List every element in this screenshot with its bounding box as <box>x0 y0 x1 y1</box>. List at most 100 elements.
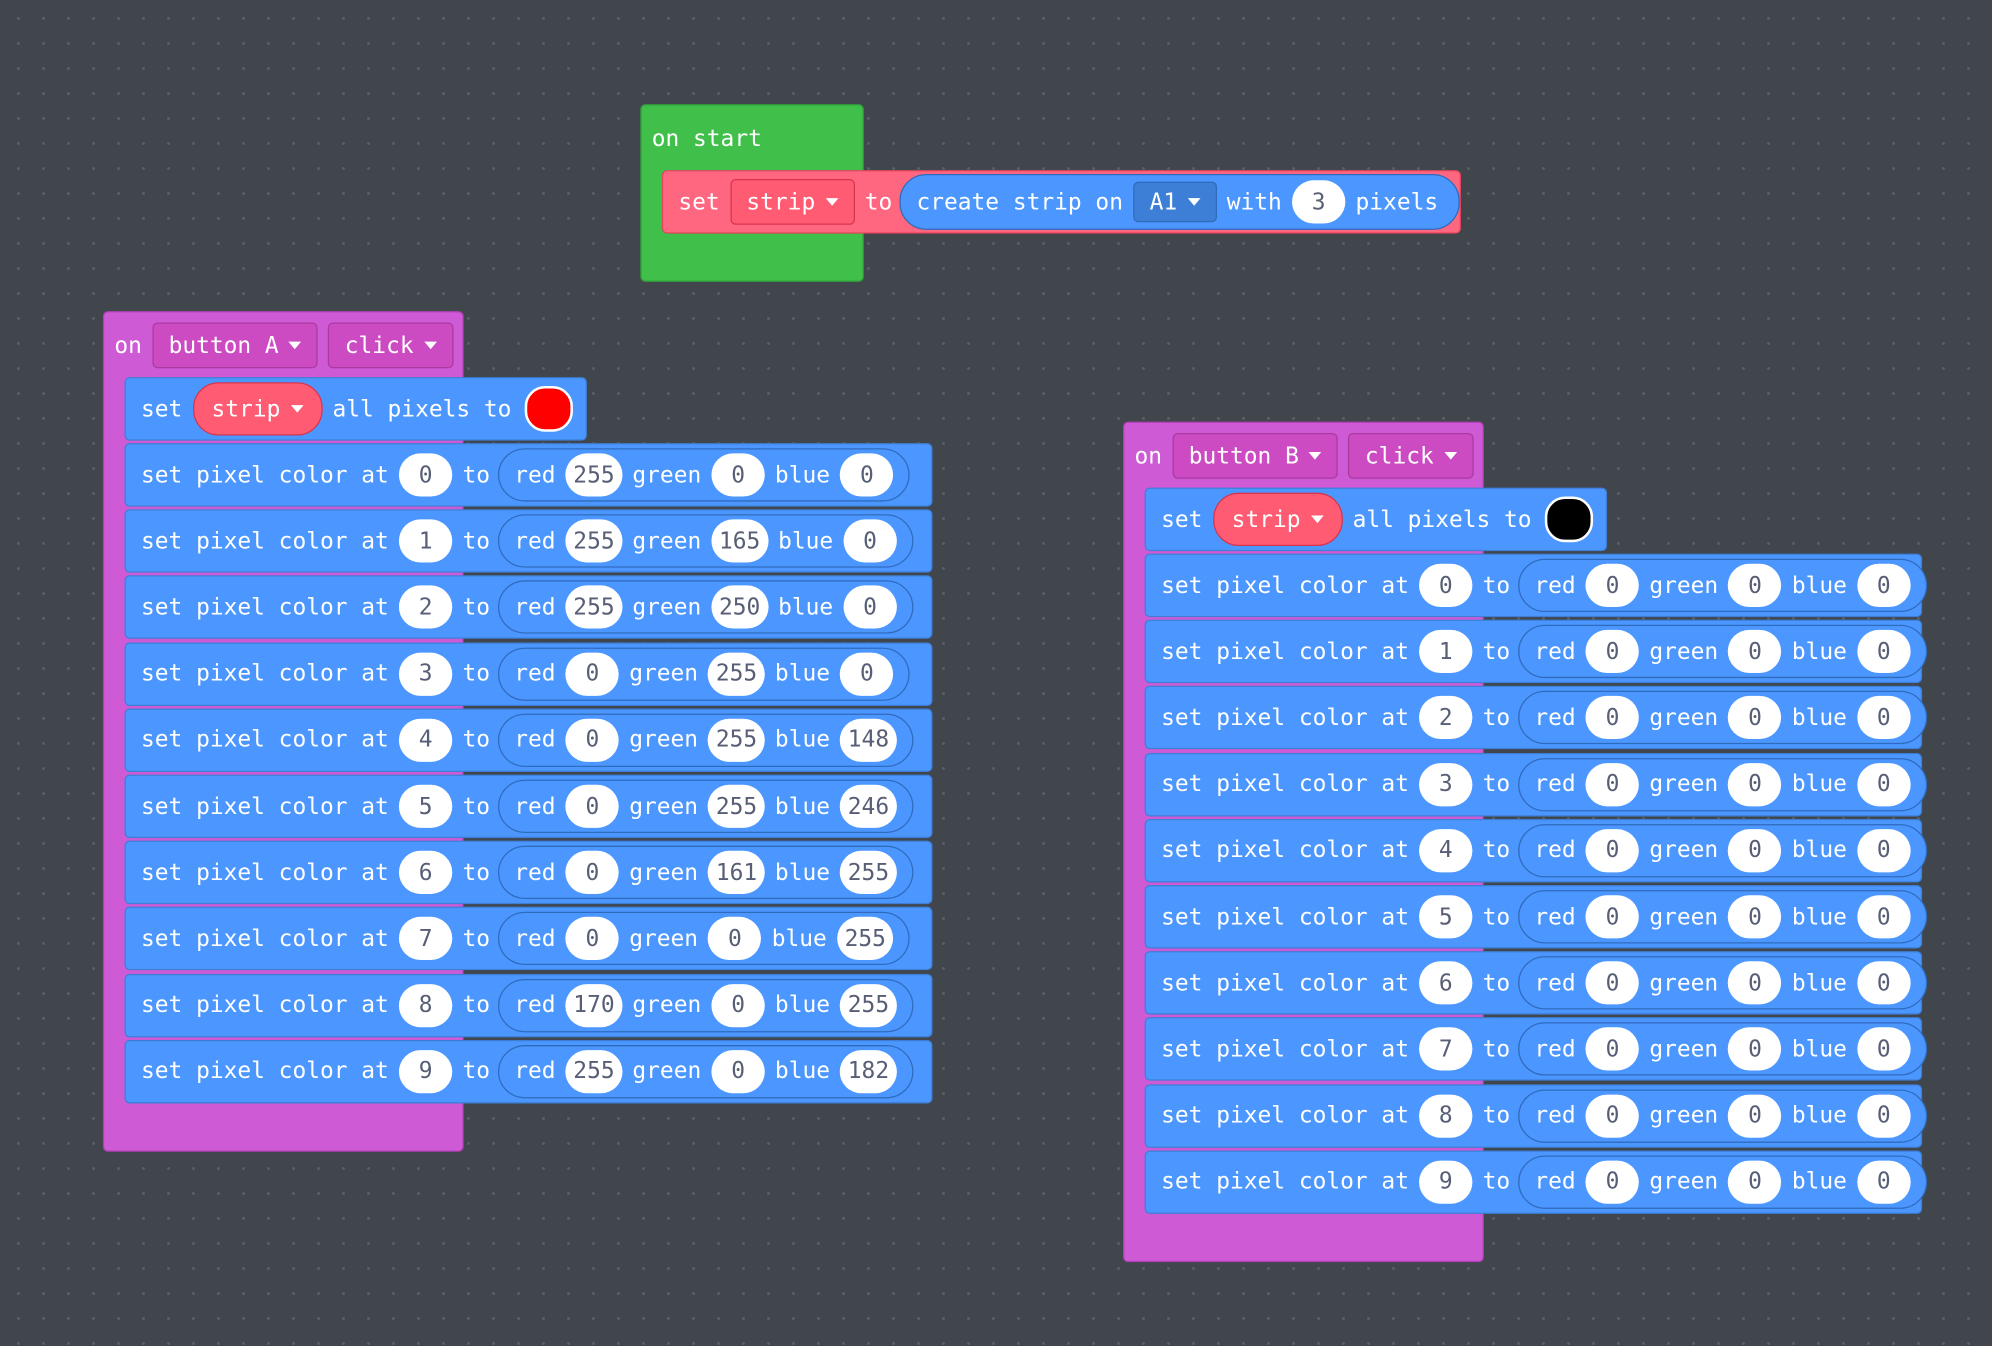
green-value-input[interactable]: 0 <box>1728 762 1782 806</box>
red-value-input[interactable]: 0 <box>1585 1160 1640 1204</box>
blue-value-input[interactable]: 0 <box>840 652 894 696</box>
pixel-index-input[interactable]: 4 <box>1419 828 1473 873</box>
set-pixel-color-block[interactable]: set pixel color at 4 to red 0 green 255 blue 148 <box>124 708 933 772</box>
green-value-input[interactable]: 0 <box>1728 1027 1782 1071</box>
set-strip-block[interactable]: set strip to create strip on A1 with 3 p… <box>661 170 1461 234</box>
create-strip-reporter[interactable]: create strip on A1 with 3 pixels <box>899 173 1460 230</box>
rgb-reporter[interactable]: red 0 green 0 blue 0 <box>1517 823 1927 878</box>
red-value-input[interactable]: 0 <box>1585 696 1640 740</box>
green-value-input[interactable]: 0 <box>1728 1160 1782 1204</box>
set-all-pixels-block[interactable]: set strip all pixels to <box>124 377 587 441</box>
set-pixel-color-block[interactable]: set pixel color at 7 to red 0 green 0 blue 255 <box>124 907 933 971</box>
green-value-input[interactable]: 0 <box>1728 895 1782 939</box>
green-value-input[interactable]: 0 <box>1728 630 1782 674</box>
green-value-input[interactable]: 0 <box>711 983 765 1027</box>
pixel-index-input[interactable]: 7 <box>1419 1027 1473 1071</box>
green-value-input[interactable]: 0 <box>711 453 765 497</box>
red-value-input[interactable]: 255 <box>565 585 623 630</box>
pixel-index-input[interactable]: 8 <box>1419 1094 1473 1138</box>
set-pixel-color-block[interactable]: set pixel color at 9 to red 255 green 0 blue 182 <box>124 1039 933 1104</box>
blue-value-input[interactable]: 0 <box>1857 563 1911 607</box>
pin-dropdown[interactable]: A1 <box>1133 181 1217 223</box>
pixel-index-input[interactable]: 7 <box>399 917 453 961</box>
rgb-reporter[interactable]: red 255 green 165 blue 0 <box>497 514 914 568</box>
set-pixel-color-block[interactable]: set pixel color at 5 to red 0 green 0 blue 0 <box>1144 885 1927 949</box>
blue-value-input[interactable]: 255 <box>836 917 894 961</box>
blue-value-input[interactable]: 0 <box>1857 895 1911 939</box>
set-pixel-color-block[interactable]: set pixel color at 7 to red 0 green 0 blue 0 <box>1144 1017 1927 1082</box>
color-swatch-black[interactable] <box>1544 496 1594 543</box>
set-pixel-color-block[interactable]: set pixel color at 6 to red 0 green 0 blue 0 <box>1144 951 1927 1015</box>
red-value-input[interactable]: 255 <box>565 453 623 497</box>
pixel-count-input[interactable]: 3 <box>1291 180 1346 224</box>
pixel-index-input[interactable]: 3 <box>399 652 453 696</box>
pixel-index-input[interactable]: 6 <box>399 851 453 895</box>
set-pixel-color-block[interactable]: set pixel color at 2 to red 255 green 250 blue 0 <box>124 575 933 640</box>
red-value-input[interactable]: 0 <box>565 652 620 696</box>
red-value-input[interactable]: 0 <box>565 851 620 895</box>
set-pixel-color-block[interactable]: set pixel color at 3 to red 0 green 255 blue 0 <box>124 642 933 706</box>
blue-value-input[interactable]: 246 <box>840 784 897 828</box>
green-value-input[interactable]: 0 <box>1728 1094 1782 1138</box>
blue-value-input[interactable]: 0 <box>1857 630 1911 674</box>
blue-value-input[interactable]: 0 <box>1857 762 1911 806</box>
button-a-dropdown[interactable]: button A <box>152 322 319 369</box>
green-value-input[interactable]: 0 <box>1728 961 1782 1005</box>
pixel-index-input[interactable]: 8 <box>399 983 453 1027</box>
green-value-input[interactable]: 165 <box>711 519 768 563</box>
blue-value-input[interactable]: 0 <box>1857 961 1911 1005</box>
strip-variable-dropdown[interactable]: strip <box>729 179 855 225</box>
blue-value-input[interactable]: 182 <box>840 1049 897 1094</box>
blue-value-input[interactable]: 0 <box>1857 696 1911 740</box>
color-swatch-red[interactable] <box>524 386 573 432</box>
blue-value-input[interactable]: 0 <box>1857 1160 1911 1204</box>
workspace-canvas[interactable]: on start set strip to create strip on A1… <box>0 0 1992 1346</box>
set-pixel-color-block[interactable]: set pixel color at 2 to red 0 green 0 blue 0 <box>1144 686 1927 750</box>
pixel-index-input[interactable]: 6 <box>1419 961 1473 1005</box>
set-pixel-color-block[interactable]: set pixel color at 3 to red 0 green 0 blue 0 <box>1144 752 1927 816</box>
set-pixel-color-block[interactable]: set pixel color at 1 to red 0 green 0 blue 0 <box>1144 619 1927 684</box>
red-value-input[interactable]: 0 <box>1585 630 1640 674</box>
red-value-input[interactable]: 0 <box>565 917 620 961</box>
set-pixel-color-block[interactable]: set pixel color at 1 to red 255 green 165 blue 0 <box>124 509 933 573</box>
blue-value-input[interactable]: 148 <box>840 718 897 762</box>
set-all-pixels-block[interactable]: set strip all pixels to <box>1144 487 1608 552</box>
rgb-reporter[interactable]: red 255 green 250 blue 0 <box>497 580 914 635</box>
blue-value-input[interactable]: 0 <box>843 519 897 563</box>
rgb-reporter[interactable]: red 0 green 255 blue 0 <box>497 647 911 701</box>
click-action-dropdown[interactable]: click <box>1348 433 1474 479</box>
green-value-input[interactable]: 0 <box>1728 563 1782 607</box>
green-value-input[interactable]: 255 <box>708 652 765 696</box>
rgb-reporter[interactable]: red 0 green 0 blue 0 <box>1517 624 1927 679</box>
green-value-input[interactable]: 255 <box>708 784 765 828</box>
pixel-index-input[interactable]: 2 <box>399 585 453 630</box>
green-value-input[interactable]: 0 <box>708 917 762 961</box>
red-value-input[interactable]: 0 <box>1585 762 1640 806</box>
green-value-input[interactable]: 0 <box>711 1049 765 1094</box>
set-pixel-color-block[interactable]: set pixel color at 0 to red 255 green 0 blue 0 <box>124 443 933 507</box>
rgb-reporter[interactable]: red 170 green 0 blue 255 <box>497 978 914 1032</box>
rgb-reporter[interactable]: red 0 green 0 blue 0 <box>1517 890 1927 944</box>
green-value-input[interactable]: 161 <box>708 851 765 895</box>
rgb-reporter[interactable]: red 0 green 0 blue 0 <box>1517 691 1927 745</box>
rgb-reporter[interactable]: red 0 green 161 blue 255 <box>497 845 914 900</box>
pixel-index-input[interactable]: 0 <box>399 453 453 497</box>
strip-variable-dropdown[interactable]: strip <box>1212 492 1343 547</box>
red-value-input[interactable]: 255 <box>565 1049 623 1094</box>
blue-value-input[interactable]: 0 <box>1857 1094 1911 1138</box>
red-value-input[interactable]: 0 <box>1585 895 1640 939</box>
pixel-index-input[interactable]: 3 <box>1419 762 1473 806</box>
red-value-input[interactable]: 0 <box>1585 1027 1640 1071</box>
green-value-input[interactable]: 250 <box>711 585 768 630</box>
pixel-index-input[interactable]: 2 <box>1419 696 1473 740</box>
red-value-input[interactable]: 0 <box>565 784 620 828</box>
rgb-reporter[interactable]: red 0 green 0 blue 0 <box>1517 757 1927 811</box>
blue-value-input[interactable]: 0 <box>1857 828 1911 873</box>
rgb-reporter[interactable]: red 0 green 0 blue 0 <box>1517 956 1927 1010</box>
pixel-index-input[interactable]: 5 <box>399 784 453 828</box>
pixel-index-input[interactable]: 1 <box>1419 630 1473 674</box>
pixel-index-input[interactable]: 0 <box>1419 563 1473 607</box>
strip-variable-dropdown[interactable]: strip <box>192 382 323 436</box>
pixel-index-input[interactable]: 5 <box>1419 895 1473 939</box>
pixel-index-input[interactable]: 1 <box>399 519 453 563</box>
